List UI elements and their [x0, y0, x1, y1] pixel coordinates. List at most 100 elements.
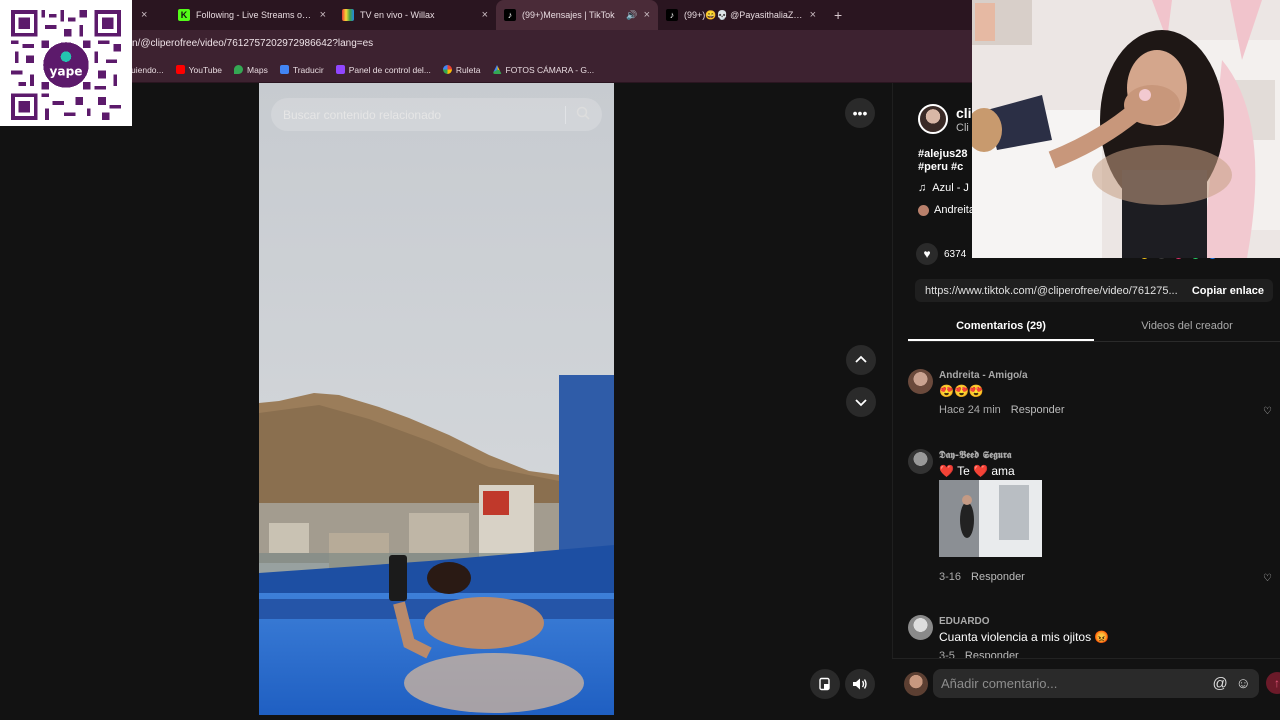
willax-icon — [342, 9, 354, 21]
music-title: Azul - J — [932, 182, 969, 194]
chevron-up-icon — [855, 355, 867, 363]
bookmark-label: Traducir — [292, 64, 324, 75]
volume-button[interactable] — [845, 669, 875, 699]
comment-meta: Hace 24 min Responder — [939, 404, 1065, 416]
video-player[interactable] — [259, 83, 614, 715]
comment-image[interactable] — [939, 480, 1042, 557]
comment-username[interactable]: 𝕯𝖆𝖞-𝕭𝖊𝖊𝖉 𝕾𝖊𝖌𝖚𝖗𝖆 — [939, 450, 1012, 461]
close-tab-icon[interactable]: × — [810, 9, 816, 21]
chevron-down-icon — [855, 399, 867, 407]
qr-code-image: yape — [11, 10, 121, 120]
mention-icon[interactable]: @ — [1212, 675, 1227, 692]
comment-meta: 3-5 Responder — [939, 650, 1019, 658]
comment-time: 3-16 — [939, 571, 962, 583]
bookmark-label: uiendo... — [131, 64, 164, 75]
wheel-icon — [442, 65, 452, 74]
address-bar[interactable]: n/@cliperofree/video/7612757202972986642… — [0, 30, 972, 57]
bookmark-label: Panel de control del... — [348, 64, 431, 75]
search-placeholder: Buscar contenido relacionado — [283, 107, 442, 122]
webcam-frame — [972, 0, 1280, 258]
tab-comments[interactable]: Comentarios (29) — [908, 312, 1094, 341]
webcam-overlay — [972, 0, 1280, 258]
browser-tab-1[interactable]: K Following - Live Streams on Kick × — [170, 0, 334, 30]
bookmark-drive[interactable]: FOTOS CÁMARA - G... — [492, 65, 594, 75]
video-frame — [259, 83, 614, 715]
drive-icon — [492, 65, 502, 74]
share-url[interactable]: https://www.tiktok.com/@cliperofree/vide… — [915, 285, 1183, 297]
avatar[interactable] — [908, 369, 933, 394]
tab-creator-videos[interactable]: Videos del creador — [1094, 312, 1280, 341]
youtube-icon — [175, 65, 185, 74]
copy-link-button[interactable]: Copiar enlace — [1183, 285, 1273, 297]
bookmark-maps[interactable]: Maps — [234, 65, 268, 75]
bookmark-label: Maps — [247, 64, 268, 75]
close-tab-icon[interactable]: × — [320, 9, 326, 21]
bookmark-label: YouTube — [188, 64, 223, 75]
twitch-icon — [335, 65, 345, 74]
bookmark-ruleta[interactable]: Ruleta — [442, 64, 481, 75]
comment-username[interactable]: Andreita - Amigo/a — [939, 370, 1028, 381]
comment-text: ❤️ Te ❤️ ama — [939, 464, 1015, 478]
screen: × K Following - Live Streams on Kick × T… — [0, 0, 1280, 720]
comment-username[interactable]: EDUARDO — [939, 616, 990, 627]
comment-item: Andreita - Amigo/a 😍😍😍 Hace 24 min Respo… — [908, 369, 1280, 429]
heart-icon[interactable]: ♥ — [916, 243, 938, 265]
reply-button[interactable]: Responder — [965, 650, 1019, 658]
browser-tab-3[interactable]: ♪ (99+)Mensajes | TikTok 🔊 × — [496, 0, 658, 30]
like-stat[interactable]: ♥ 6374 — [916, 243, 966, 265]
bookmark-twitch-dashboard[interactable]: Panel de control del... — [335, 64, 431, 75]
close-tab-icon[interactable]: × — [482, 9, 488, 21]
bookmark-youtube[interactable]: YouTube — [175, 64, 223, 75]
bookmarks-bar: uiendo... YouTube Maps Traducir Panel de… — [0, 57, 972, 83]
tiktok-icon: ♪ — [666, 9, 678, 21]
next-video-button[interactable] — [846, 387, 876, 417]
bookmark-label: Ruleta — [455, 64, 481, 75]
comment-like-icon[interactable]: ♡ — [1263, 406, 1272, 417]
new-tab-button[interactable]: + — [824, 7, 852, 23]
bookmark-translate[interactable]: Traducir — [279, 64, 324, 75]
speaker-icon[interactable]: 🔊 — [626, 10, 637, 21]
reply-button[interactable]: Responder — [1011, 404, 1065, 416]
tiktok-icon: ♪ — [504, 9, 516, 21]
video-description-line-2[interactable]: #peru #c — [918, 161, 963, 173]
comment-time: Hace 24 min — [939, 404, 1001, 416]
comment-input[interactable]: Añadir comentario... @ ☺ — [933, 669, 1259, 698]
comment-text-part: ama — [988, 464, 1015, 478]
arrow-up-icon: ↑ — [1274, 676, 1280, 690]
comment-meta: 3-16 Responder — [939, 571, 1025, 583]
related-search-bar[interactable]: Buscar contenido relacionado — [271, 98, 602, 131]
avatar[interactable] — [918, 104, 948, 134]
video-description-line-1[interactable]: #alejus28 — [918, 148, 968, 160]
music-link[interactable]: ♫ Azul - J — [918, 182, 969, 194]
close-tab-icon[interactable]: × — [141, 9, 147, 21]
svg-text:yape: yape — [50, 65, 83, 79]
heart-emoji: ❤️ — [973, 464, 989, 478]
comment-placeholder: Añadir comentario... — [941, 676, 1058, 691]
comment-like-icon[interactable]: ♡ — [1263, 573, 1272, 584]
tab-title: Following - Live Streams on Kick — [196, 10, 314, 20]
search-icon[interactable] — [576, 106, 590, 123]
divider — [565, 105, 566, 124]
comment-item: EDUARDO Cuanta violencia a mis ojitos 😡 … — [908, 615, 1280, 658]
browser-tab-2[interactable]: TV en vivo - Willax × — [334, 0, 496, 30]
comment-time: 3-5 — [939, 650, 955, 658]
previous-video-button[interactable] — [846, 345, 876, 375]
emoji-icon[interactable]: ☺ — [1236, 675, 1251, 692]
close-tab-icon[interactable]: × — [644, 9, 650, 21]
comment-text: Cuanta violencia a mis ojitos 😡 — [939, 630, 1110, 644]
comment-text-part: Te — [953, 464, 974, 478]
more-options-button[interactable]: ••• — [845, 98, 875, 128]
collaborator-avatar — [918, 204, 929, 216]
tab-title: TV en vivo - Willax — [360, 10, 435, 20]
browser-tab-4[interactable]: ♪ (99+)😄💀 @PayasithaliaZing × — [658, 0, 824, 30]
picture-in-picture-button[interactable] — [810, 669, 840, 699]
reply-button[interactable]: Responder — [971, 571, 1025, 583]
collaborator-link[interactable]: Andreita — [918, 204, 975, 216]
author-name[interactable]: cli — [956, 105, 972, 121]
comment-text: 😍😍😍 — [939, 384, 984, 398]
avatar[interactable] — [908, 615, 933, 640]
kick-icon: K — [178, 9, 190, 21]
avatar[interactable] — [908, 449, 933, 474]
bookmark-0[interactable]: uiendo... — [131, 65, 164, 75]
browser-tab-bar: × K Following - Live Streams on Kick × T… — [0, 0, 972, 30]
